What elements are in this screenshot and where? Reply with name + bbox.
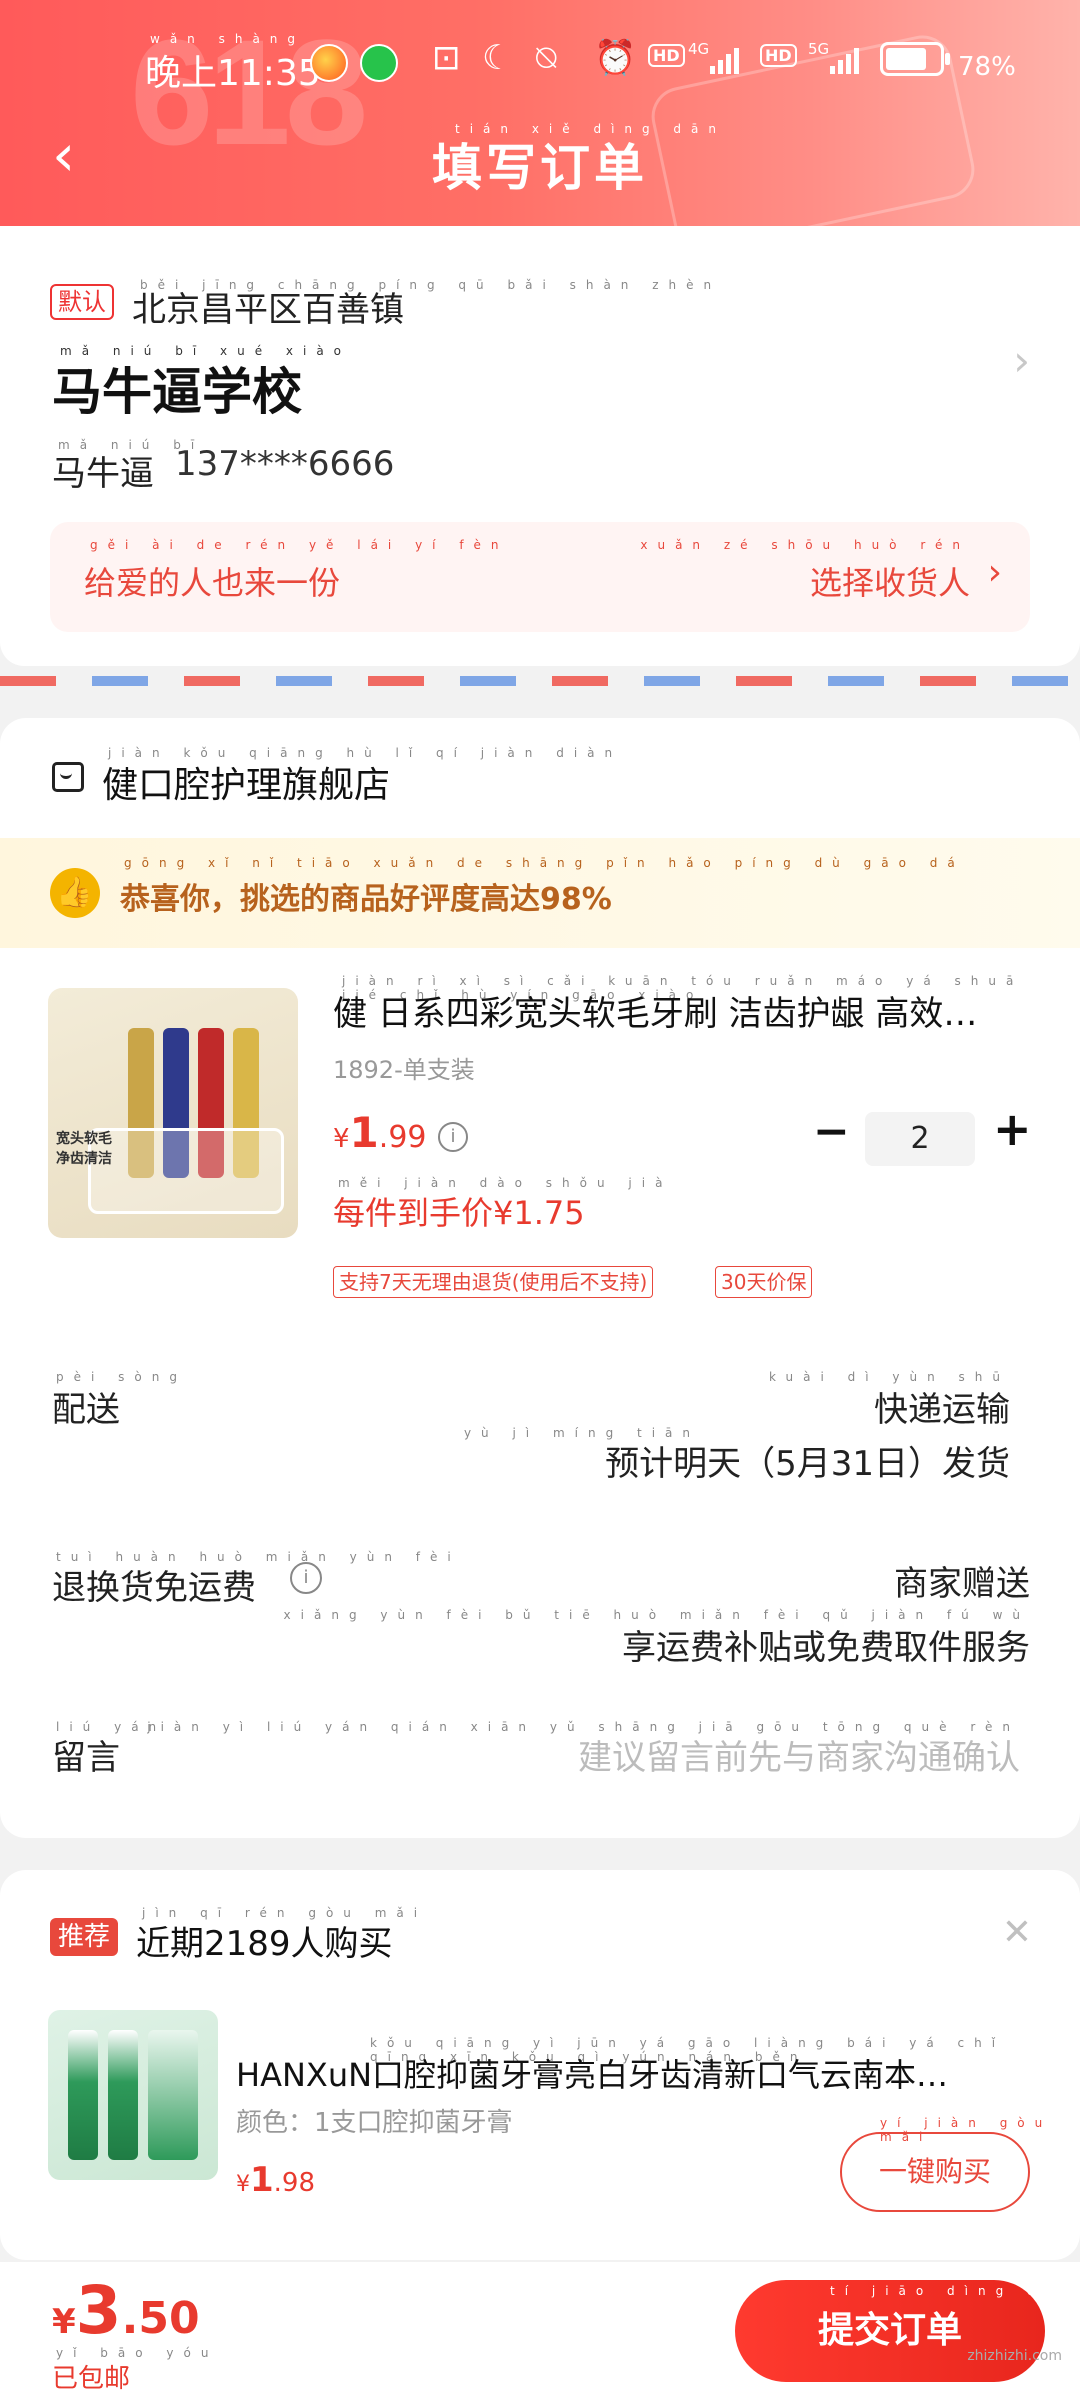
select-receiver-link[interactable]: 选择收货人 [810,558,970,604]
return-policy-tag: 支持7天无理由退货(使用后不支持) [333,1266,654,1298]
return-shipping-label: 退换货免运费 [52,1568,256,1608]
header: 618 wǎn shàng 晚上11:35 ⊡ ☾ ⍉ ⏰ HD 4G HD 5… [0,0,1080,226]
return-info-icon[interactable]: i [290,1562,322,1594]
recommend-product-spec: 颜色：1支口腔抑菌牙膏 [236,2108,513,2138]
quantity-plus-button[interactable]: + [993,1102,1032,1156]
recommend-product-image[interactable] [48,2010,218,2180]
delivery-eta: 预计明天（5月31日）发货 [605,1444,1010,1484]
store-icon [52,762,84,792]
price-info-icon[interactable]: i [438,1122,468,1152]
product-image-text: 宽头软毛 净齿清洁 [56,1131,112,1167]
status-bar: wǎn shàng 晚上11:35 ⊡ ☾ ⍉ ⏰ HD 4G HD 5G 78… [0,0,1080,130]
network-5g-label: 5G [808,40,830,58]
product-price: ¥1.99 [333,1108,427,1157]
checkout-bar: ¥3.50 yǐ bāo yóu 已包邮 提交订单 tí jiāo dìng d… [0,2262,1080,2400]
rec-price-currency: ¥ [236,2172,250,2197]
moon-icon: ☾ [482,38,513,78]
submit-label: 提交订单 [817,2310,962,2351]
delivery-label: 配送 [52,1390,120,1430]
select-pinyin: xuǎn zé shōu huò rén [640,538,970,552]
total-currency: ¥ [52,2302,76,2342]
chevron-right-icon[interactable]: › [1013,336,1030,385]
delivery-method[interactable]: 快递运输 [874,1382,1010,1431]
price-integer: 1 [349,1108,379,1157]
gift-text: 给爱的人也来一份 [84,564,341,602]
message-label: 留言 [52,1738,120,1778]
chat-notification-icon [360,44,398,82]
battery-percent: 78% [958,52,1016,82]
thumbs-up-icon: 👍 [50,868,100,918]
app-notification-icon [310,44,348,82]
praise-bar: 👍 gōng xǐ nǐ tiāo xuǎn de shāng pǐn hǎo … [0,838,1080,948]
nfc-icon: ⊡ [432,38,461,78]
airmail-divider [0,676,1080,686]
gift-pinyin: gěi ài de rén yě lái yí fèn [90,538,509,552]
close-icon[interactable]: ✕ [1002,1912,1032,1953]
store-card: jiàn kǒu qiāng hù lǐ qí jiàn diàn 健口腔护理旗… [0,718,1080,1838]
default-badge: 默认 [50,284,114,320]
price-decimal: .99 [378,1120,427,1155]
recommend-title: 近期2189人购买 [136,1924,393,1964]
alarm-icon: ⏰ [594,38,637,78]
store-name[interactable]: 健口腔护理旗舰店 [102,756,390,808]
quantity-input[interactable]: 2 [865,1112,975,1166]
recommend-badge: 推荐 [50,1918,119,1956]
mute-icon: ⍉ [536,38,557,78]
total-price: ¥3.50 [52,2272,200,2349]
hd-icon: HD [648,44,685,67]
free-shipping-label: 已包邮 [52,2364,131,2394]
signal-icon-2 [830,44,859,74]
address-detail: 马牛逼学校 [52,363,302,421]
recommend-product-name[interactable]: HANXuN口腔抑菌牙膏亮白牙齿清新口气云南本… [236,2050,1016,2096]
chevron-right-icon[interactable]: › [988,552,1002,593]
hd-icon-2: HD [760,44,797,67]
rec-price-integer: 1 [250,2160,274,2200]
contact-name: 马牛逼 [52,454,154,494]
one-click-buy-button[interactable]: 一键购买 [840,2132,1030,2212]
status-time: 晚上11:35 [145,53,321,94]
product-image[interactable]: 宽头软毛 净齿清洁 [48,988,298,1238]
price-currency: ¥ [333,1124,350,1154]
network-4g-label: 4G [688,40,710,58]
total-integer: 3 [75,2272,122,2349]
return-shipping-value: 商家赠送 [894,1564,1030,1604]
price-protect-tag: 30天价保 [715,1266,813,1298]
recommend-price: ¥1.98 [236,2160,315,2200]
praise-text: 恭喜你，挑选的商品好评度高达98% [120,882,612,917]
rec-price-decimal: .98 [273,2168,316,2198]
message-input[interactable]: 建议留言前先与商家沟通确认 [578,1730,1020,1779]
product-sku: 1892-单支装 [333,1056,475,1084]
page-title: 填写订单 [432,139,648,197]
battery-icon [880,42,950,76]
product-title[interactable]: 健 日系四彩宽头软毛牙刷 洁齿护龈 高效… [333,986,1033,1035]
contact-phone: 137****6666 [175,444,395,484]
quantity-minus-button[interactable]: − [813,1106,850,1157]
gift-bar[interactable]: gěi ài de rén yě lái yí fèn 给爱的人也来一份 xuǎ… [50,522,1030,632]
address-card[interactable]: 默认 běi jīng chāng píng qū bǎi shàn zhèn … [0,226,1080,666]
submit-pinyin: tí jiāo dìng dān [830,2284,1080,2298]
signal-icon-1 [710,44,739,74]
unit-price: 每件到手价¥1.75 [333,1194,585,1232]
total-decimal: .50 [121,2293,200,2344]
watermark: zhizhizhi.com [967,2348,1062,2364]
praise-pinyin: gōng xǐ nǐ tiāo xuǎn de shāng pǐn hǎo pí… [124,856,965,870]
recommend-card: 推荐 jìn qī rén gòu mǎi 近期2189人购买 ✕ kǒu qi… [0,1870,1080,2260]
return-shipping-desc: 享运费补贴或免费取件服务 [622,1628,1030,1668]
address-region: 北京昌平区百善镇 [132,290,404,330]
